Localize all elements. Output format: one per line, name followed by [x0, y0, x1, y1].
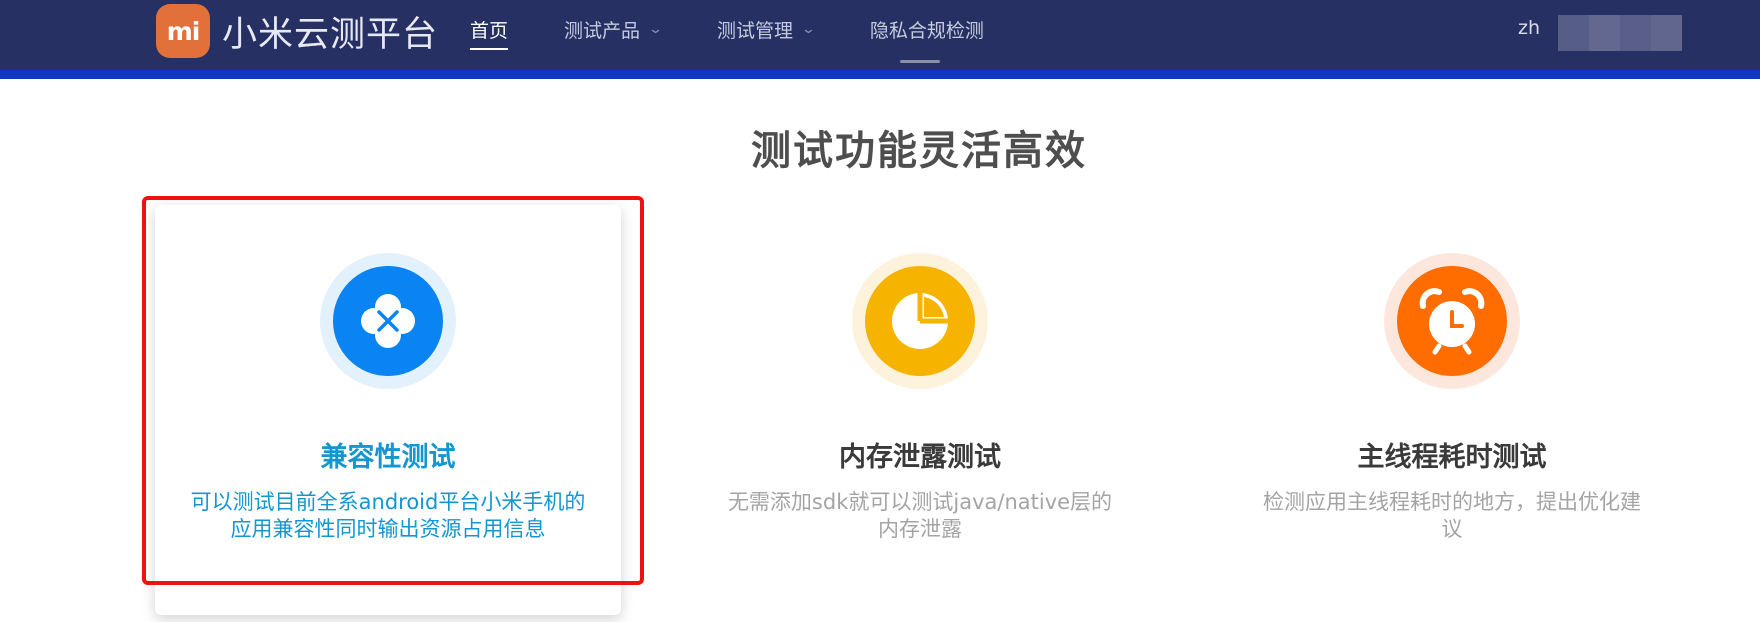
feature-title: 主线程耗时测试	[1357, 442, 1547, 473]
top-navbar: mi 小米云测平台 首页 测试产品 ⌄ 测试管理 ⌄ 隐私合规检测 zh	[0, 0, 1760, 70]
nav-item-label: 测试管理	[716, 19, 793, 42]
language-switch[interactable]: zh	[1518, 17, 1540, 39]
nav-item-test-management[interactable]: 测试管理 ⌄	[716, 0, 817, 58]
alarm-clock-icon	[1397, 266, 1507, 376]
brand[interactable]: mi 小米云测平台	[156, 4, 438, 58]
feature-description: 无需添加sdk就可以测试java/native层的内存泄露	[727, 490, 1113, 541]
feature-title: 内存泄露测试	[839, 442, 1001, 473]
nav-hover-indicator	[900, 60, 940, 63]
pie-chart-icon	[865, 266, 975, 376]
feature-icon-ring	[1384, 253, 1520, 389]
feature-description: 可以测试目前全系android平台小米手机的应用兼容性同时输出资源占用信息	[190, 490, 586, 541]
mi-logo: mi	[156, 4, 210, 58]
navbar-accent-stripe	[0, 70, 1760, 79]
feature-title: 兼容性测试	[320, 442, 456, 473]
nav-item-test-products[interactable]: 测试产品 ⌄	[564, 0, 664, 58]
main-nav: 首页 测试产品 ⌄ 测试管理 ⌄ 隐私合规检测	[470, 0, 1040, 58]
feature-icon-ring	[852, 253, 988, 389]
feature-card-memory-leak[interactable]: 内存泄露测试 无需添加sdk就可以测试java/native层的内存泄露	[687, 205, 1153, 615]
feature-description: 检测应用主线程耗时的地方，提出优化建议	[1263, 490, 1641, 541]
feature-icon-ring	[320, 253, 456, 389]
nav-item-label: 测试产品	[564, 19, 641, 42]
nav-item-privacy-check[interactable]: 隐私合规检测	[870, 0, 984, 58]
compatibility-icon	[333, 266, 443, 376]
section-title: 测试功能灵活高效	[751, 128, 1087, 174]
feature-card-compatibility[interactable]: 兼容性测试 可以测试目前全系android平台小米手机的应用兼容性同时输出资源占…	[155, 205, 621, 615]
nav-item-label: 隐私合规检测	[869, 19, 984, 42]
user-account-redacted[interactable]	[1558, 15, 1682, 51]
nav-item-home[interactable]: 首页	[470, 0, 509, 58]
nav-item-label: 首页	[470, 19, 509, 42]
chevron-down-icon: ⌄	[647, 21, 664, 37]
feature-card-main-thread[interactable]: 主线程耗时测试 检测应用主线程耗时的地方，提出优化建议	[1219, 205, 1685, 615]
chevron-down-icon: ⌄	[800, 21, 817, 37]
brand-name: 小米云测平台	[222, 14, 439, 55]
